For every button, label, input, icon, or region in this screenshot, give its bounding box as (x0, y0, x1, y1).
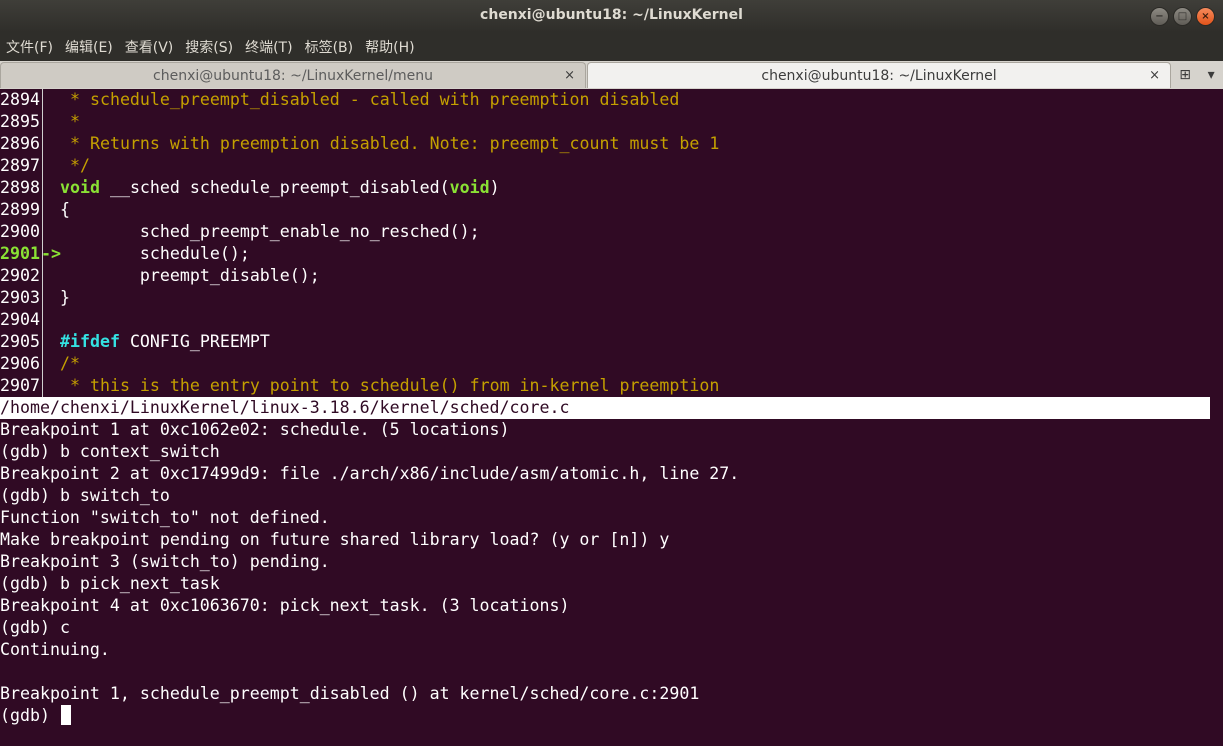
source-line: 2895 * (0, 111, 1223, 133)
gdb-output-line: Continuing. (0, 640, 110, 659)
tab-extra-controls: ⊞ ▾ (1171, 61, 1223, 89)
tab-close-icon[interactable]: × (564, 68, 575, 83)
menu-bar: 文件(F) 编辑(E) 查看(V) 搜索(S) 终端(T) 标签(B) 帮助(H… (0, 32, 1223, 61)
gdb-output-line: Breakpoint 4 at 0xc1063670: pick_next_ta… (0, 596, 570, 615)
gdb-output-line: Breakpoint 3 (switch_to) pending. (0, 552, 330, 571)
source-line: 2904 (0, 309, 1223, 331)
source-line: 2903 } (0, 287, 1223, 309)
gdb-output-line: Breakpoint 1 at 0xc1062e02: schedule. (5… (0, 420, 510, 439)
source-code: __sched schedule_preempt_disabled( (99, 178, 450, 197)
menu-file[interactable]: 文件(F) (0, 37, 59, 57)
source-line: 2899 { (0, 199, 1223, 221)
source-code: */ (60, 156, 90, 175)
line-number: 2902 (0, 266, 40, 285)
tab-label: chenxi@ubuntu18: ~/LinuxKernel/menu (153, 67, 433, 84)
gdb-console[interactable]: Breakpoint 1 at 0xc1062e02: schedule. (5… (0, 419, 1223, 727)
line-number: 2903 (0, 288, 40, 307)
line-number: 2895 (0, 112, 40, 131)
tab-scroll-icon[interactable]: ▾ (1208, 67, 1215, 83)
line-number: 2897 (0, 156, 40, 175)
window-title: chenxi@ubuntu18: ~/LinuxKernel (480, 7, 743, 23)
line-number: 2896 (0, 134, 40, 153)
keyword: void (449, 178, 490, 197)
source-line: 2906 /* (0, 353, 1223, 375)
terminal-window: chenxi@ubuntu18: ~/LinuxKernel − □ × 文件(… (0, 0, 1223, 746)
gdb-prompt: (gdb) (0, 706, 60, 725)
terminal-area[interactable]: 2894 * schedule_preempt_disabled - calle… (0, 89, 1223, 746)
line-number: 2898 (0, 178, 40, 197)
source-code: * (60, 112, 80, 131)
gdb-output-line: Breakpoint 2 at 0xc17499d9: file ./arch/… (0, 464, 740, 483)
current-line-number: 2901 (0, 244, 40, 263)
menu-help[interactable]: 帮助(H) (359, 37, 420, 57)
source-line: 2896 * Returns with preemption disabled.… (0, 133, 1223, 155)
source-line: 2898 void __sched schedule_preempt_disab… (0, 177, 1223, 199)
gdb-output-line: (gdb) b pick_next_task (0, 574, 220, 593)
current-source-line: 2901-> schedule(); (0, 243, 1223, 265)
source-file-status-bar: /home/chenxi/LinuxKernel/linux-3.18.6/ke… (0, 397, 1210, 419)
menu-view[interactable]: 查看(V) (119, 37, 180, 57)
source-view: 2894 * schedule_preempt_disabled - calle… (0, 89, 1223, 397)
gdb-output-line: Make breakpoint pending on future shared… (0, 530, 670, 549)
new-tab-icon[interactable]: ⊞ (1179, 67, 1191, 83)
source-code: * Returns with preemption disabled. Note… (60, 134, 720, 153)
tab-bar: chenxi@ubuntu18: ~/LinuxKernel/menu × ch… (0, 61, 1223, 90)
text-cursor (60, 705, 71, 725)
source-line: 2894 * schedule_preempt_disabled - calle… (0, 89, 1223, 111)
tab-close-icon[interactable]: × (1149, 68, 1160, 83)
tab-label: chenxi@ubuntu18: ~/LinuxKernel (761, 67, 997, 84)
source-line: 2897 */ (0, 155, 1223, 177)
line-number: 2894 (0, 90, 40, 109)
preprocessor-directive: #ifdef (60, 332, 120, 351)
line-number-separator (42, 89, 43, 397)
source-code: { (60, 200, 70, 219)
line-number: 2899 (0, 200, 40, 219)
source-code: CONFIG_PREEMPT (119, 332, 270, 351)
tab-linuxkernel[interactable]: chenxi@ubuntu18: ~/LinuxKernel × (587, 62, 1171, 88)
menu-tabs[interactable]: 标签(B) (299, 37, 360, 57)
source-code: /* (60, 354, 80, 373)
gdb-output-line (0, 661, 1223, 683)
gdb-output-line: (gdb) c (0, 618, 70, 637)
source-line: 2900 sched_preempt_enable_no_resched(); (0, 221, 1223, 243)
line-number: 2900 (0, 222, 40, 241)
source-line: 2905 #ifdef CONFIG_PREEMPT (0, 331, 1223, 353)
gdb-output-line: Breakpoint 1, schedule_preempt_disabled … (0, 684, 700, 703)
minimize-button[interactable]: − (1150, 7, 1169, 26)
line-number: 2906 (0, 354, 40, 373)
line-number: 2907 (0, 376, 40, 395)
source-code: * schedule_preempt_disabled - called wit… (60, 90, 680, 109)
source-line: 2907 * this is the entry point to schedu… (0, 375, 1223, 397)
source-code: sched_preempt_enable_no_resched(); (60, 222, 480, 241)
keyword: void (60, 178, 100, 197)
source-code: ) (489, 178, 500, 197)
close-button[interactable]: × (1196, 7, 1215, 26)
tab-menu[interactable]: chenxi@ubuntu18: ~/LinuxKernel/menu × (0, 62, 586, 88)
gdb-output-line: (gdb) b context_switch (0, 442, 220, 461)
gdb-prompt-line[interactable]: (gdb) (0, 705, 1223, 727)
source-code: } (60, 288, 70, 307)
menu-edit[interactable]: 编辑(E) (59, 37, 119, 57)
gdb-output-line: Function "switch_to" not defined. (0, 508, 330, 527)
window-controls: − □ × (1150, 7, 1215, 26)
menu-terminal[interactable]: 终端(T) (239, 37, 298, 57)
maximize-button[interactable]: □ (1173, 7, 1192, 26)
source-code: schedule(); (60, 244, 250, 263)
source-code: * this is the entry point to schedule() … (60, 376, 720, 395)
line-number: 2904 (0, 310, 40, 329)
source-line: 2902 preempt_disable(); (0, 265, 1223, 287)
source-code: preempt_disable(); (60, 266, 320, 285)
gdb-output-line: (gdb) b switch_to (0, 486, 170, 505)
menu-search[interactable]: 搜索(S) (179, 37, 239, 57)
current-line-arrow-icon: -> (41, 244, 61, 263)
line-number: 2905 (0, 332, 40, 351)
title-bar[interactable]: chenxi@ubuntu18: ~/LinuxKernel − □ × (0, 0, 1223, 32)
